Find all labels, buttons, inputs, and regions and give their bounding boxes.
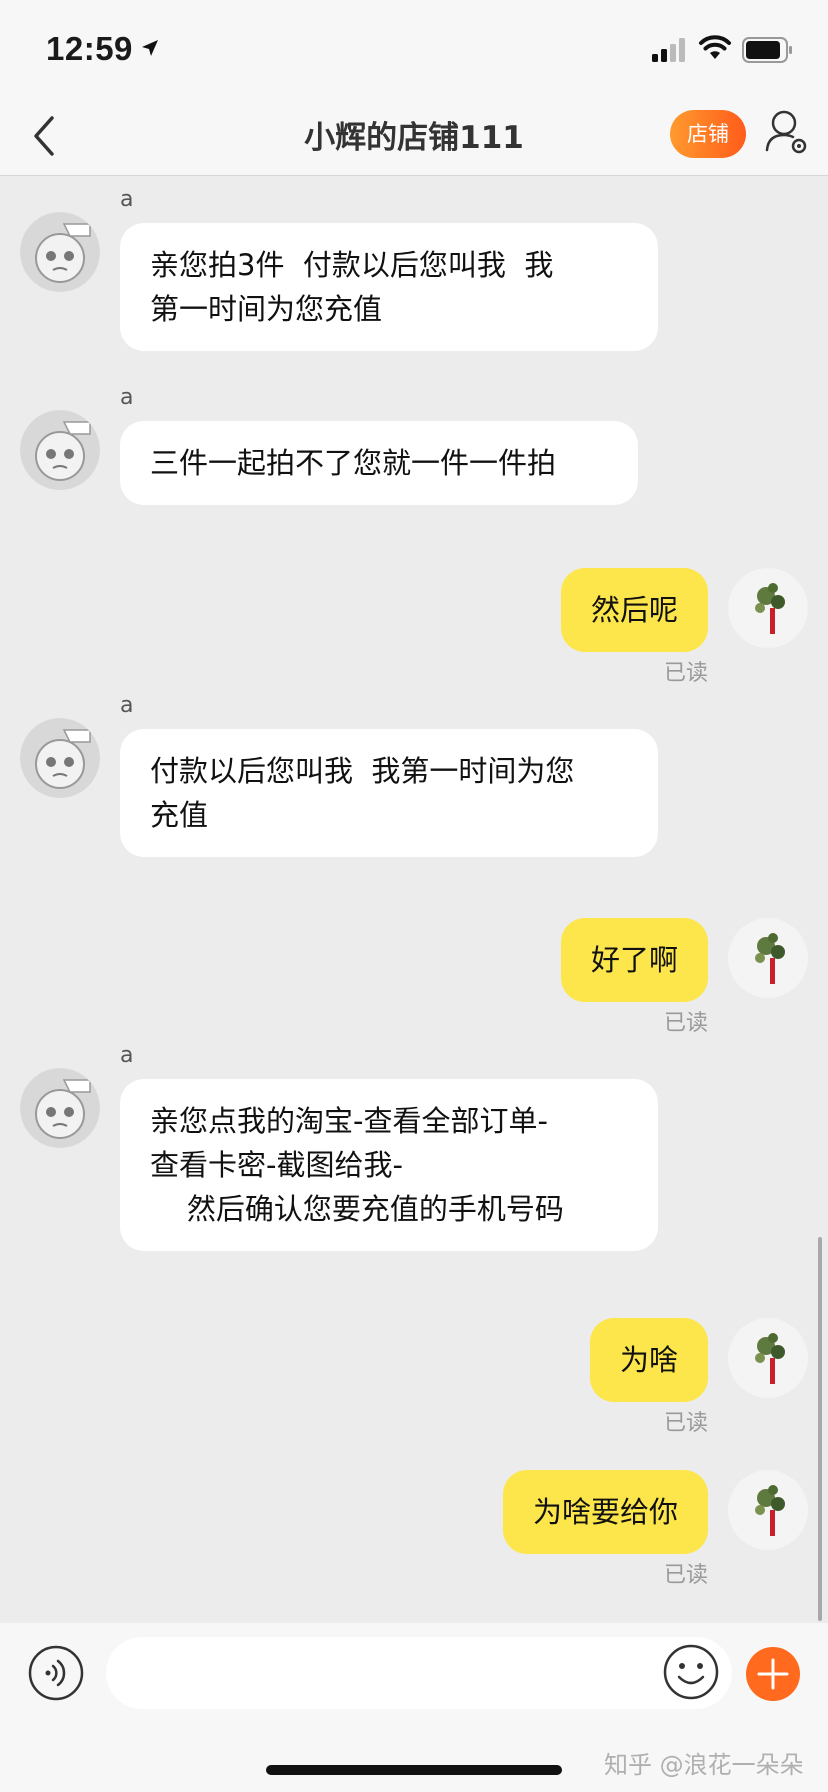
message-input[interactable] (106, 1637, 732, 1709)
page-title: 小辉的店铺111 (304, 120, 524, 156)
message-bubble-outgoing[interactable]: 然后呢 (560, 568, 708, 652)
cartoon-avatar-icon (20, 410, 100, 490)
message-bubble-outgoing[interactable]: 好了啊 (560, 918, 708, 1002)
message-bubble-incoming[interactable]: 三件一起拍不了您就一件一件拍 (120, 421, 638, 505)
add-button[interactable] (746, 1647, 800, 1701)
read-status: 已读 (663, 1011, 708, 1036)
user-avatar[interactable] (728, 1318, 808, 1398)
message-bubble-incoming[interactable]: 亲您点我的淘宝-查看全部订单- 查看卡密-截图给我- 然后确认您要充值的手机号码 (120, 1079, 658, 1251)
input-bar: 知乎 @浪花一朵朵 (0, 1623, 828, 1792)
message-bubble-incoming[interactable]: 付款以后您叫我 我第一时间为您 充值 (120, 729, 658, 857)
status-time: 12:59 (46, 30, 133, 67)
cartoon-avatar-icon (20, 718, 100, 798)
read-status: 已读 (663, 1563, 708, 1588)
shop-avatar[interactable] (20, 718, 100, 798)
shop-avatar[interactable] (20, 1068, 100, 1148)
read-status: 已读 (663, 1411, 708, 1436)
scrollbar[interactable] (818, 1237, 822, 1621)
plant-photo-avatar-icon (728, 1470, 808, 1550)
shop-button[interactable]: 店铺 (670, 110, 746, 158)
cartoon-avatar-icon (20, 212, 100, 292)
message-bubble-outgoing[interactable]: 为啥 (589, 1318, 708, 1402)
nav-bar: 小辉的店铺111 店铺 (0, 96, 828, 176)
user-avatar[interactable] (728, 568, 808, 648)
read-status: 已读 (663, 661, 708, 686)
battery-icon (742, 37, 792, 63)
plant-photo-avatar-icon (728, 918, 808, 998)
home-indicator[interactable] (266, 1765, 562, 1775)
watermark: 知乎 @浪花一朵朵 (604, 1751, 804, 1779)
cellular-signal-icon (652, 38, 685, 62)
location-arrow-icon (142, 40, 158, 56)
emoji-icon[interactable] (662, 1643, 720, 1701)
chat-area[interactable]: a 亲您拍3件 付款以后您叫我 我 第一时间为您充值 a 三件一起拍不了您就一件… (0, 177, 828, 1623)
plus-icon (757, 1658, 789, 1690)
user-avatar[interactable] (728, 1470, 808, 1550)
sender-name: a (120, 187, 134, 212)
user-settings-icon[interactable] (764, 108, 810, 156)
shop-avatar[interactable] (20, 410, 100, 490)
voice-input-icon[interactable] (28, 1645, 84, 1701)
sender-name: a (120, 1043, 134, 1068)
message-bubble-incoming[interactable]: 亲您拍3件 付款以后您叫我 我 第一时间为您充值 (120, 223, 658, 351)
sender-name: a (120, 693, 134, 718)
plant-photo-avatar-icon (728, 568, 808, 648)
wifi-icon (699, 35, 731, 59)
user-avatar[interactable] (728, 918, 808, 998)
message-bubble-outgoing[interactable]: 为啥要给你 (502, 1470, 708, 1554)
status-bar: 12:59 (0, 0, 828, 96)
back-arrow-icon[interactable] (26, 112, 66, 160)
shop-avatar[interactable] (20, 212, 100, 292)
sender-name: a (120, 385, 134, 410)
plant-photo-avatar-icon (728, 1318, 808, 1398)
cartoon-avatar-icon (20, 1068, 100, 1148)
